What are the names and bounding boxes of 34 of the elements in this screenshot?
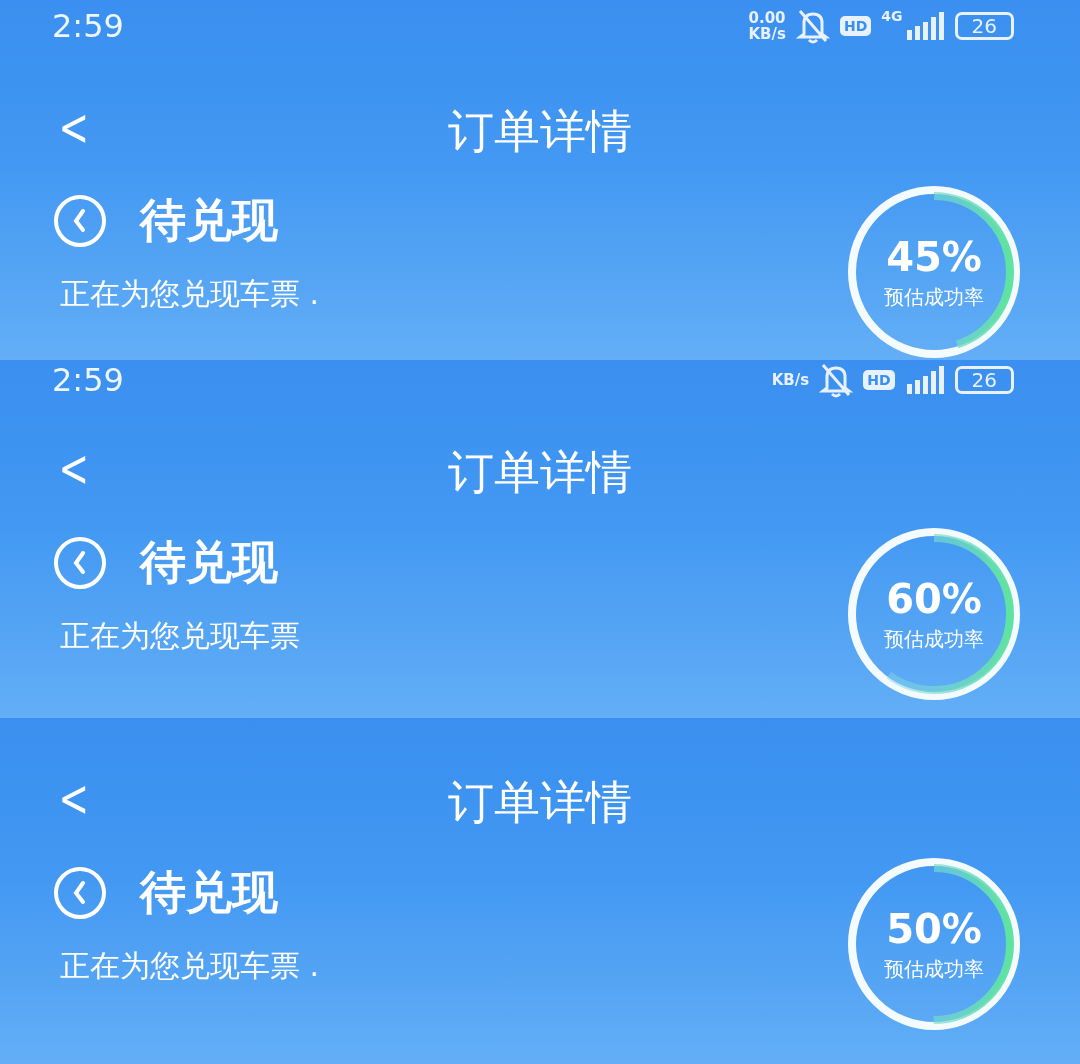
hd-badge: HD <box>863 370 895 390</box>
clock-icon <box>52 193 108 249</box>
rate-label: 预估成功率 <box>884 625 984 653</box>
page-title: 订单详情 <box>448 444 632 501</box>
rate-label: 预估成功率 <box>884 955 984 983</box>
battery-indicator: 26 <box>954 366 1014 394</box>
status-message: 正在为您兑现车票 . <box>59 275 320 313</box>
signal-icon <box>904 11 945 40</box>
network-type: 4G <box>881 7 903 24</box>
hd-badge: HD <box>839 15 872 36</box>
status-time: 2:59 <box>52 361 124 399</box>
status-time: 2:59 <box>52 6 124 45</box>
network-speed: KB/s <box>771 372 810 388</box>
page-title: 订单详情 <box>448 774 632 831</box>
back-button[interactable]: < <box>52 438 95 498</box>
order-status: 待兑现 <box>140 534 278 591</box>
order-status: 待兑现 <box>140 864 278 921</box>
rate-value: 50% <box>886 905 982 952</box>
muted-bell-icon <box>819 362 854 398</box>
status-message: 正在为您兑现车票 <box>59 617 300 655</box>
back-button[interactable]: < <box>52 768 95 828</box>
clock-icon <box>52 865 108 921</box>
battery-indicator: 26 <box>954 11 1014 40</box>
page-title: 订单详情 <box>448 102 632 160</box>
network-speed: 0.00 KB/s <box>748 9 786 42</box>
back-button[interactable]: < <box>52 97 95 158</box>
rate-value: 45% <box>886 233 982 280</box>
rate-value: 60% <box>886 575 982 622</box>
signal-icon <box>904 366 945 394</box>
status-message: 正在为您兑现车票 . <box>59 947 320 985</box>
clock-icon <box>52 535 108 591</box>
order-status: 待兑现 <box>140 192 278 249</box>
rate-label: 预估成功率 <box>884 283 984 311</box>
muted-bell-icon <box>795 7 830 44</box>
